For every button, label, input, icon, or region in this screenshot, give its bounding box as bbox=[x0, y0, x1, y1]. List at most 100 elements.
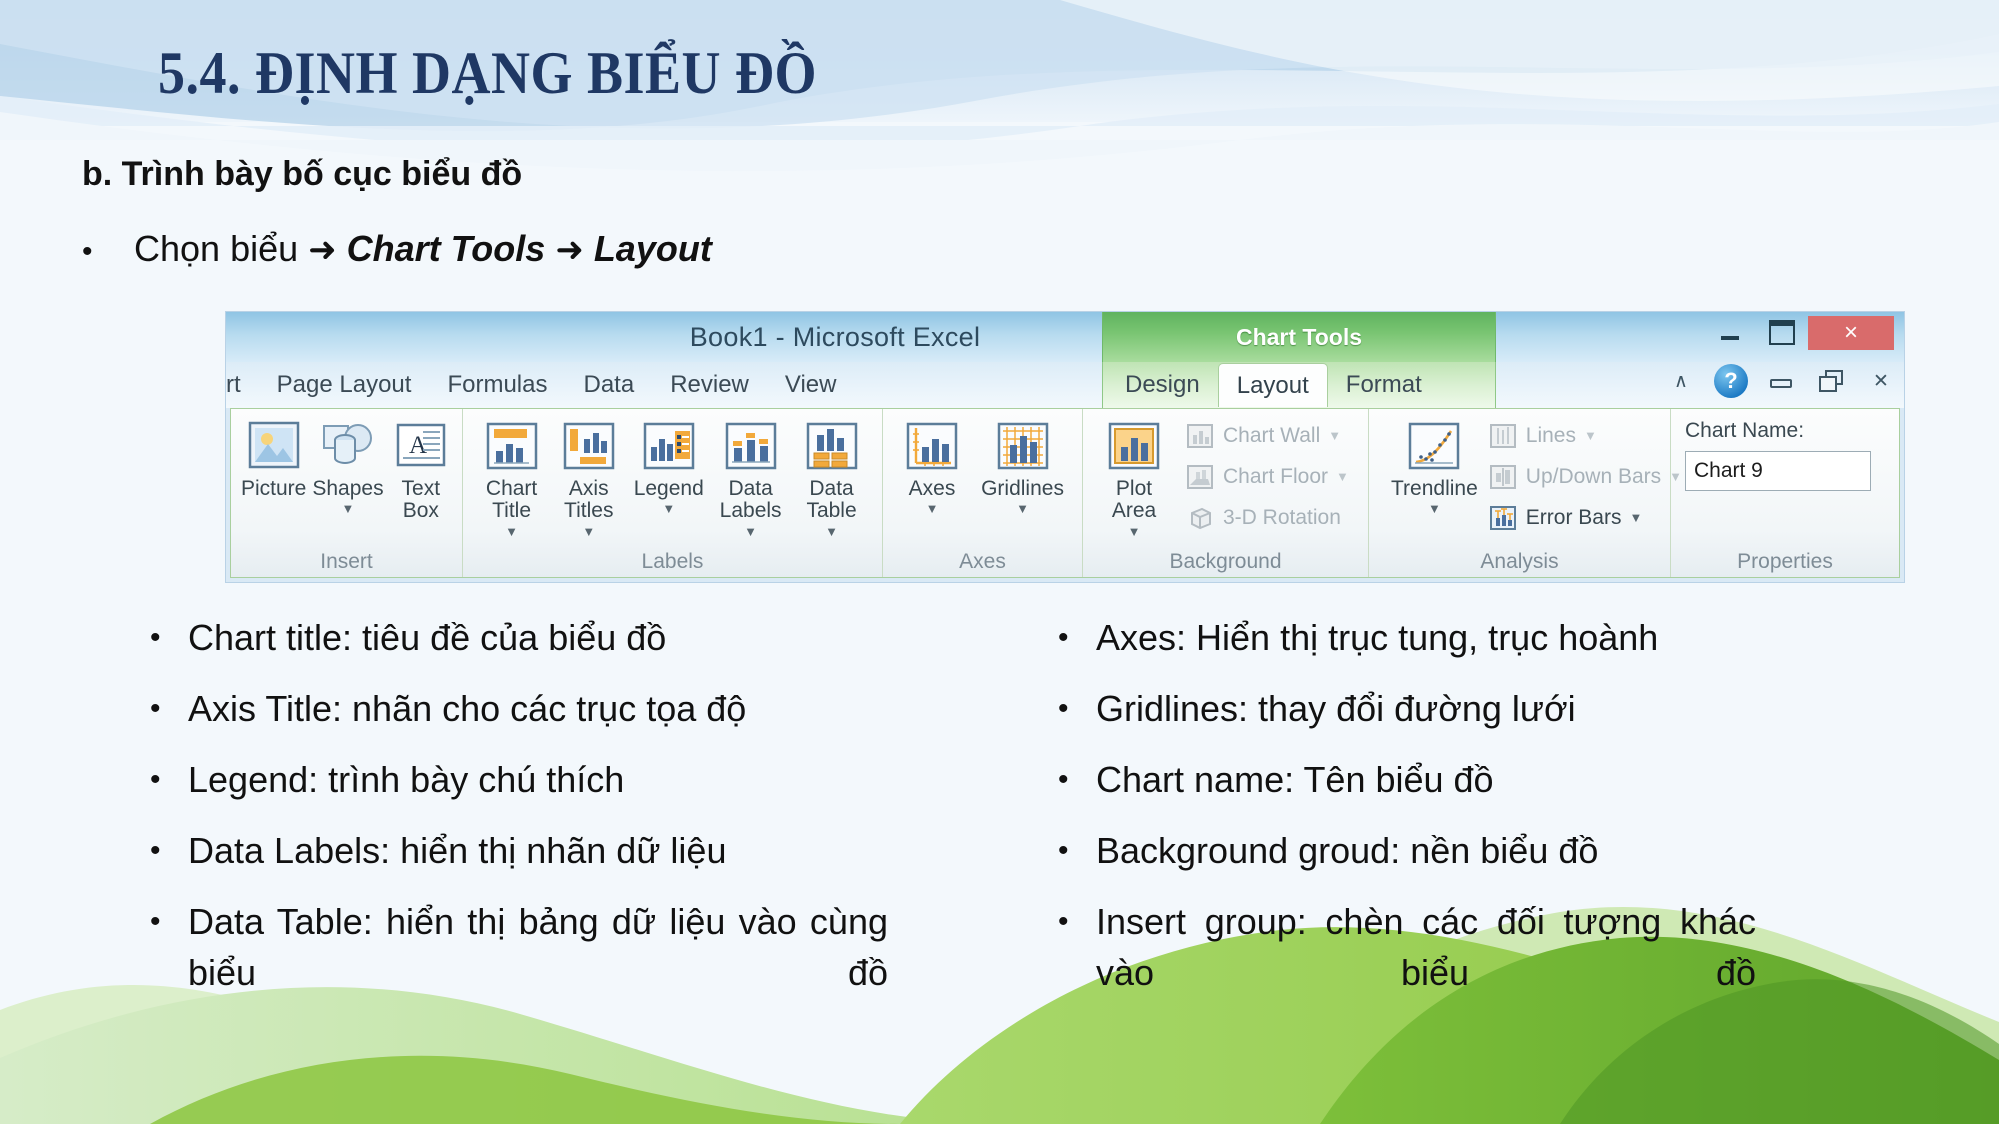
data-table-icon bbox=[802, 417, 862, 475]
bullet-dot-icon: • bbox=[1058, 834, 1069, 867]
list-item-text: Legend: trình bày chú thích bbox=[188, 759, 625, 800]
workbook-restore-icon[interactable] bbox=[1814, 364, 1848, 398]
bullet-dot-icon: • bbox=[1058, 621, 1069, 654]
chevron-down-icon[interactable]: ▼ bbox=[1336, 470, 1349, 483]
ribbon-group-labels: Chart Title ▼ Axis Titles ▼ Legend ▼ Dat… bbox=[463, 409, 883, 577]
list-item: • Insert group: chèn các đối tượng khác … bbox=[1058, 896, 1938, 1049]
chevron-down-icon[interactable]: ▼ bbox=[1428, 502, 1441, 515]
chevron-down-icon[interactable]: ▼ bbox=[926, 502, 939, 515]
workbook-close-icon[interactable]: ✕ bbox=[1864, 364, 1898, 398]
lines-icon bbox=[1488, 422, 1518, 450]
ribbon-group-analysis: Trendline ▼ Lines ▼ Up/Down Bars ▼ Error… bbox=[1369, 409, 1682, 577]
tab-view[interactable]: View bbox=[767, 371, 855, 399]
ribbon-button-legend[interactable]: Legend ▼ bbox=[627, 417, 710, 515]
excel-ribbon-screenshot: Book1 - Microsoft Excel × rt Page Layout… bbox=[226, 312, 1904, 582]
chevron-down-icon[interactable]: ▼ bbox=[1584, 429, 1597, 442]
window-minimize-button[interactable] bbox=[1704, 316, 1756, 348]
ribbon-button-trendline[interactable]: Trendline ▼ bbox=[1391, 417, 1478, 515]
list-item: • Legend: trình bày chú thích bbox=[150, 754, 1020, 806]
intro-text-chart-tools: Chart Tools bbox=[346, 228, 546, 269]
arrow-right-icon-1: ➜ bbox=[308, 231, 337, 269]
window-controls: × bbox=[1704, 316, 1894, 350]
ribbon-button-3d-rotation[interactable]: 3-D Rotation bbox=[1185, 501, 1349, 535]
ribbon-button-axis-titles[interactable]: Axis Titles ▼ bbox=[550, 417, 627, 537]
ribbon-button-data-table[interactable]: Data Table ▼ bbox=[791, 417, 872, 537]
chevron-down-icon[interactable]: ▼ bbox=[582, 525, 595, 538]
ribbon-button-label: Data Table bbox=[806, 477, 857, 523]
ribbon-button-plot-area[interactable]: Plot Area ▼ bbox=[1093, 417, 1175, 537]
list-item: • Axis Title: nhãn cho các trục tọa độ bbox=[150, 683, 1020, 735]
collapse-ribbon-icon[interactable]: ∧ bbox=[1664, 364, 1698, 398]
ribbon-button-label: Chart Floor bbox=[1223, 465, 1329, 488]
ribbon-group-label-insert: Insert bbox=[320, 550, 373, 573]
chevron-down-icon[interactable]: ▼ bbox=[825, 525, 838, 538]
chevron-down-icon[interactable]: ▼ bbox=[662, 502, 675, 515]
chevron-down-icon[interactable]: ▼ bbox=[1016, 502, 1029, 515]
legend-icon bbox=[639, 417, 699, 475]
ribbon-button-label: Legend bbox=[633, 477, 704, 500]
ribbon-button-label: Axes bbox=[908, 477, 956, 500]
axis-titles-icon bbox=[559, 417, 619, 475]
left-bullet-column: • Chart title: tiêu đề của biểu đồ • Axi… bbox=[150, 612, 1020, 1068]
chevron-down-icon[interactable]: ▼ bbox=[505, 525, 518, 538]
window-close-button[interactable]: × bbox=[1808, 316, 1894, 350]
ribbon-quick-controls: ∧ ? ✕ bbox=[1664, 364, 1898, 398]
ribbon-group-label-background: Background bbox=[1169, 550, 1282, 573]
tab-layout[interactable]: Layout bbox=[1217, 363, 1328, 407]
ribbon-button-lines[interactable]: Lines ▼ bbox=[1488, 419, 1682, 453]
chevron-down-icon[interactable]: ▼ bbox=[1128, 525, 1141, 538]
list-item: • Background groud: nền biểu đồ bbox=[1058, 825, 1938, 877]
ribbon-button-label: Picture bbox=[241, 477, 307, 500]
ribbon-button-data-labels[interactable]: Data Labels ▼ bbox=[710, 417, 791, 537]
list-item: • Data Table: hiển thị bảng dữ liệu vào … bbox=[150, 896, 1020, 1049]
ribbon-button-label: Data Labels bbox=[719, 477, 782, 523]
tab-format[interactable]: Format bbox=[1328, 371, 1440, 399]
list-item: • Chart title: tiêu đề của biểu đồ bbox=[150, 612, 1020, 664]
textbox-icon: A bbox=[391, 417, 451, 475]
ribbon-group-background: Plot Area ▼ Chart Wall ▼ Chart Floor ▼ 3… bbox=[1083, 409, 1369, 577]
ribbon-button-chart-wall[interactable]: Chart Wall ▼ bbox=[1185, 419, 1349, 453]
ribbon-group-label-labels: Labels bbox=[641, 550, 704, 573]
chart-tools-tab-strip: Design Layout Format bbox=[1102, 362, 1496, 408]
ribbon-button-label: Axis Titles bbox=[564, 477, 614, 523]
help-icon[interactable]: ? bbox=[1714, 364, 1748, 398]
ribbon-group-label-analysis: Analysis bbox=[1480, 550, 1559, 573]
ribbon-button-text-box[interactable]: A Text Box bbox=[390, 417, 452, 523]
list-item-text: Chart title: tiêu đề của biểu đồ bbox=[188, 617, 667, 658]
chevron-down-icon[interactable]: ▼ bbox=[1629, 511, 1642, 524]
arrow-right-icon-2: ➜ bbox=[555, 231, 584, 269]
chart-name-label: Chart Name: bbox=[1685, 419, 1805, 442]
tab-design[interactable]: Design bbox=[1103, 371, 1218, 399]
tab-page-layout[interactable]: Page Layout bbox=[259, 371, 430, 399]
chevron-down-icon[interactable]: ▼ bbox=[1328, 429, 1341, 442]
tab-insert-clipped[interactable]: rt bbox=[226, 371, 259, 399]
workbook-minimize-icon[interactable] bbox=[1764, 364, 1798, 398]
ribbon-button-shapes[interactable]: Shapes ▼ bbox=[312, 417, 384, 515]
ribbon-button-chart-floor[interactable]: Chart Floor ▼ bbox=[1185, 460, 1349, 494]
list-item: • Chart name: Tên biểu đồ bbox=[1058, 754, 1938, 806]
ribbon-button-axes[interactable]: Axes ▼ bbox=[893, 417, 971, 515]
bullet-dot-icon: • bbox=[150, 905, 161, 938]
ribbon-button-gridlines[interactable]: Gridlines ▼ bbox=[973, 417, 1072, 515]
intro-text-layout: Layout bbox=[593, 228, 712, 269]
chart-name-input[interactable]: Chart 9 bbox=[1685, 451, 1871, 491]
ribbon-button-chart-title[interactable]: Chart Title ▼ bbox=[473, 417, 550, 537]
chevron-down-icon[interactable]: ▼ bbox=[342, 502, 355, 515]
tab-data[interactable]: Data bbox=[565, 371, 652, 399]
page-title: 5.4. ĐỊNH DẠNG BIỂU ĐỒ bbox=[158, 39, 818, 107]
bullet-dot-icon: • bbox=[82, 235, 93, 268]
bullet-dot-icon: • bbox=[1058, 905, 1069, 938]
ribbon-button-error-bars[interactable]: Error Bars ▼ bbox=[1488, 501, 1682, 535]
tab-formulas[interactable]: Formulas bbox=[429, 371, 565, 399]
chevron-down-icon[interactable]: ▼ bbox=[744, 525, 757, 538]
ribbon-button-picture[interactable]: Picture bbox=[241, 417, 306, 500]
bullet-dot-icon: • bbox=[150, 763, 161, 796]
chart-tools-context-header: Chart Tools bbox=[1102, 312, 1496, 362]
excel-window-title: Book1 - Microsoft Excel bbox=[689, 322, 981, 352]
data-labels-icon bbox=[721, 417, 781, 475]
window-maximize-button[interactable] bbox=[1756, 316, 1808, 348]
ribbon-button-label: Chart Wall bbox=[1223, 424, 1321, 447]
ribbon-button-up-down-bars[interactable]: Up/Down Bars ▼ bbox=[1488, 460, 1682, 494]
analysis-small-buttons: Lines ▼ Up/Down Bars ▼ Error Bars ▼ bbox=[1488, 417, 1682, 535]
tab-review[interactable]: Review bbox=[652, 371, 767, 399]
